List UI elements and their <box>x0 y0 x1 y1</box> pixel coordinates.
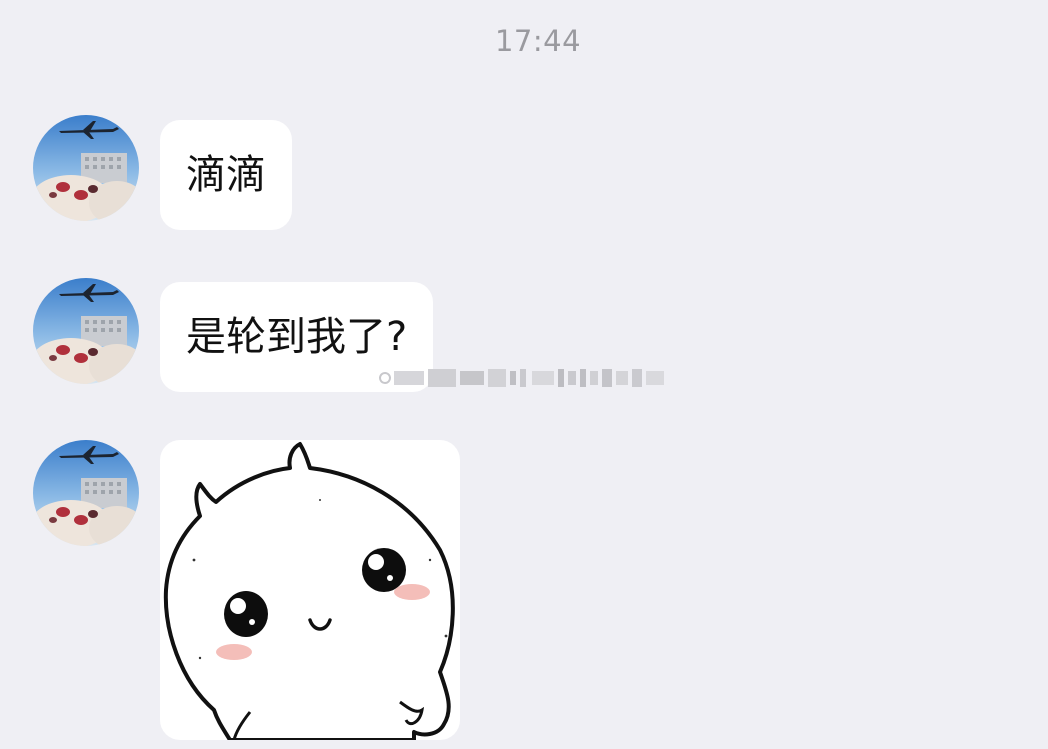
avatar-airplane-cat-photo-icon <box>33 278 139 384</box>
white-blob-character-sticker-icon <box>163 442 455 740</box>
avatar-airplane-cat-photo-icon <box>33 115 139 221</box>
avatar[interactable] <box>33 115 139 221</box>
avatar-airplane-cat-photo-icon <box>33 440 139 546</box>
message-bubble[interactable]: 滴滴 <box>160 120 292 230</box>
redacted-text-overlay <box>379 369 664 387</box>
sticker-message[interactable] <box>160 440 460 740</box>
avatar[interactable] <box>33 278 139 384</box>
message-timestamp: 17:44 <box>494 24 582 58</box>
avatar[interactable] <box>33 440 139 546</box>
